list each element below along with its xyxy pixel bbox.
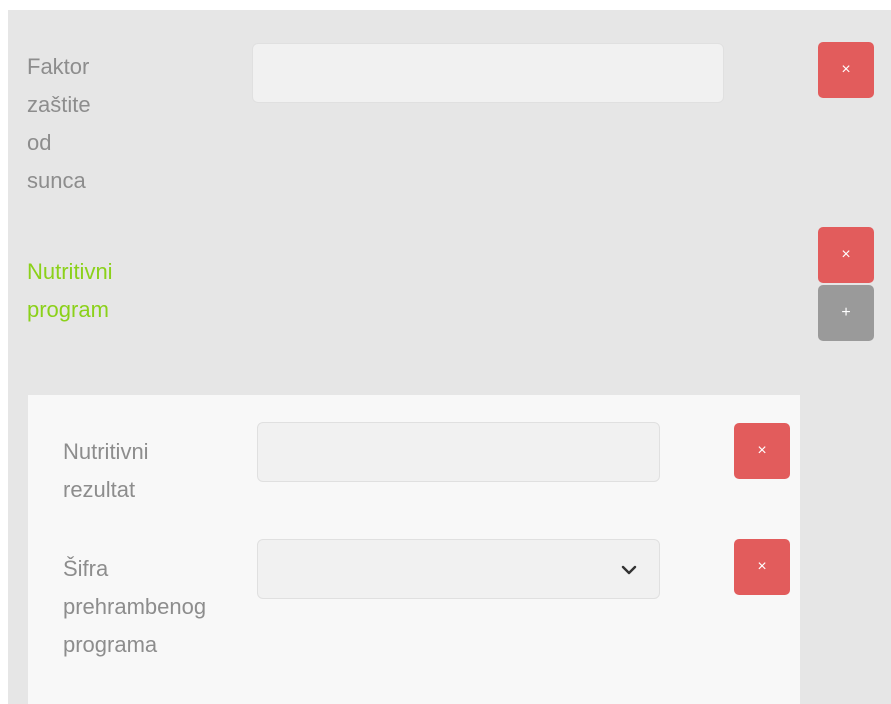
nutrition-result-remove-button[interactable]: × xyxy=(734,423,790,479)
nutrition-program-label: Nutritivni program xyxy=(27,253,267,329)
nutrition-program-add-button[interactable]: + xyxy=(818,285,874,341)
close-icon: × xyxy=(757,442,767,459)
nutrition-result-input[interactable] xyxy=(257,422,660,482)
nutrition-program-label-line: program xyxy=(27,297,109,322)
spf-label-line: od xyxy=(27,130,52,155)
program-code-remove-button[interactable]: × xyxy=(734,539,790,595)
spf-label-line: zaštite xyxy=(27,92,91,117)
chevron-down-icon xyxy=(621,565,637,575)
close-icon: × xyxy=(841,246,851,263)
plus-icon: + xyxy=(841,304,851,321)
spf-label-line: Faktor xyxy=(27,54,90,79)
close-icon: × xyxy=(757,558,767,575)
program-code-select[interactable] xyxy=(257,539,660,599)
spf-remove-button[interactable]: × xyxy=(818,42,874,98)
close-icon: × xyxy=(841,61,851,78)
spf-input[interactable] xyxy=(252,43,724,103)
spf-label: Faktor zaštite od sunca xyxy=(27,48,267,200)
spf-label-line: sunca xyxy=(27,168,86,193)
program-code-label-line: programa xyxy=(63,632,158,657)
nutrition-program-remove-button[interactable]: × xyxy=(818,227,874,283)
nutrition-program-label-line: Nutritivni xyxy=(27,259,113,284)
